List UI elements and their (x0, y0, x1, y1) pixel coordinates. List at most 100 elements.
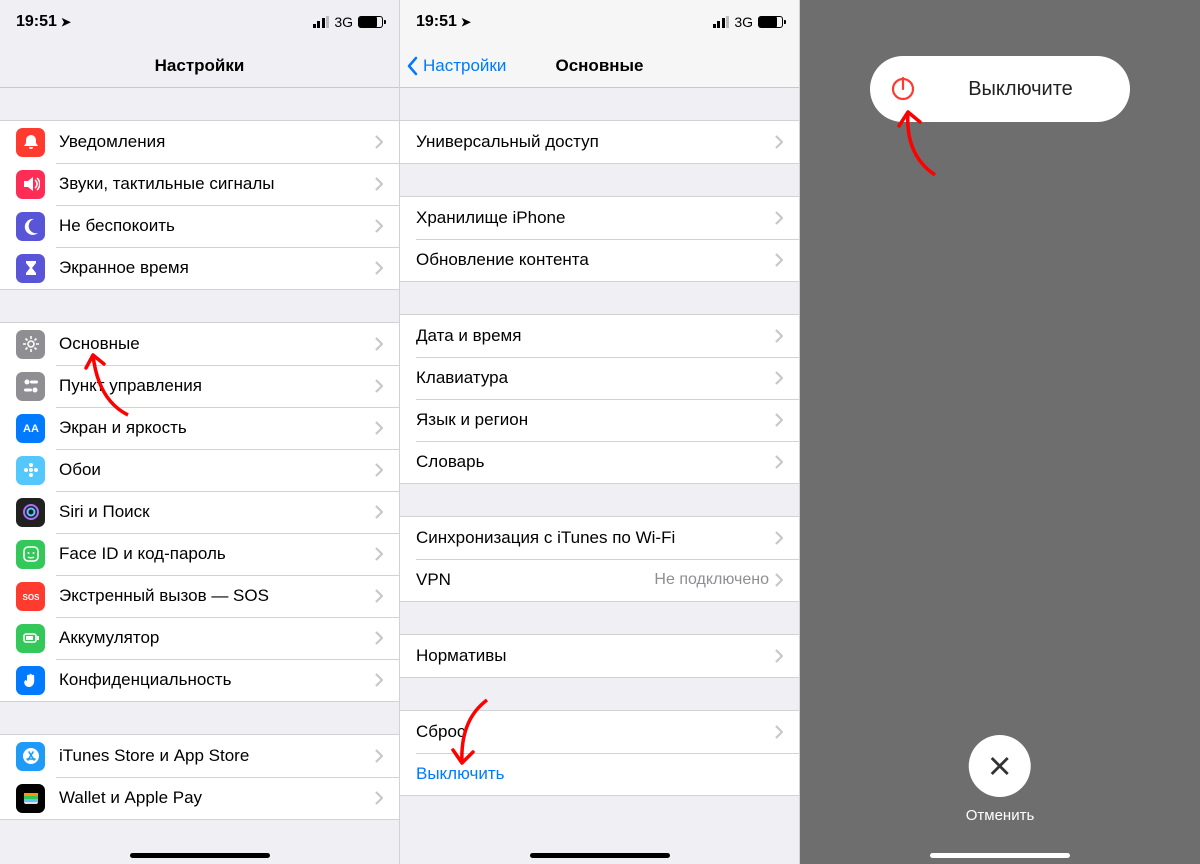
settings-row-switches[interactable]: Пункт управления (0, 365, 399, 407)
status-bar: 19:51 ➤ 3G (0, 0, 399, 44)
screen-settings: 19:51 ➤ 3G Настройки Уведомления Звуки, та… (0, 0, 400, 864)
general-group-regulatory: Нормативы (400, 634, 799, 678)
general-row[interactable]: Словарь (400, 441, 799, 483)
home-indicator (130, 853, 270, 858)
cancel-button[interactable] (969, 735, 1031, 797)
signal-icon (313, 16, 330, 28)
siri-icon (16, 498, 45, 527)
general-row[interactable]: VPNНе подключено (400, 559, 799, 601)
aa-icon (16, 414, 45, 443)
battery-icon (16, 624, 45, 653)
navbar: Настройки Основные (400, 44, 799, 88)
row-label: Обновление контента (416, 250, 775, 270)
general-row[interactable]: Хранилище iPhone (400, 197, 799, 239)
cancel-label: Отменить (966, 807, 1035, 824)
back-label: Настройки (423, 56, 506, 76)
settings-row-siri[interactable]: Siri и Поиск (0, 491, 399, 533)
hand-icon (16, 666, 45, 695)
settings-row-hourglass[interactable]: Экранное время (0, 247, 399, 289)
battery-icon (358, 16, 383, 28)
general-row[interactable]: Синхронизация с iTunes по Wi-Fi (400, 517, 799, 559)
general-group-storage: Хранилище iPhone Обновление контента (400, 196, 799, 282)
settings-row-moon[interactable]: Не беспокоить (0, 205, 399, 247)
status-bar: 19:51 ➤ 3G (400, 0, 799, 44)
hourglass-icon (16, 254, 45, 283)
screen-power-off: Выключите Отменить (800, 0, 1200, 864)
general-row[interactable]: Обновление контента (400, 239, 799, 281)
row-label: Синхронизация с iTunes по Wi-Fi (416, 528, 775, 548)
settings-row-hand[interactable]: Конфиденциальность (0, 659, 399, 701)
settings-row-appstore[interactable]: iTunes Store и App Store (0, 735, 399, 777)
row-label: Выключить (416, 764, 783, 784)
slide-to-power-off[interactable]: Выключите (870, 56, 1130, 122)
general-group-locale: Дата и время Клавиатура Язык и регион Слова… (400, 314, 799, 484)
page-title: Настройки (155, 56, 245, 76)
navbar: Настройки (0, 44, 399, 88)
settings-row-face[interactable]: Face ID и код-пароль (0, 533, 399, 575)
face-icon (16, 540, 45, 569)
settings-row-flower[interactable]: Обои (0, 449, 399, 491)
row-label: Не беспокоить (59, 216, 375, 236)
settings-group-notifications: Уведомления Звуки, тактильные сигналы Не б… (0, 120, 399, 290)
settings-row-gear[interactable]: Основные (0, 323, 399, 365)
settings-row-sos[interactable]: Экстренный вызов — SOS (0, 575, 399, 617)
cancel-area: Отменить (966, 735, 1035, 824)
settings-group-store: iTunes Store и App Store Wallet и Apple P… (0, 734, 399, 820)
general-group-accessibility: Универсальный доступ (400, 120, 799, 164)
row-label: Клавиатура (416, 368, 775, 388)
row-label: Siri и Поиск (59, 502, 375, 522)
general-row[interactable]: Дата и время (400, 315, 799, 357)
row-label: Экран и яркость (59, 418, 375, 438)
row-label: iTunes Store и App Store (59, 746, 375, 766)
general-row[interactable]: Выключить (400, 753, 799, 795)
status-time: 19:51 (416, 13, 457, 31)
location-icon: ➤ (61, 15, 71, 29)
row-label: Звуки, тактильные сигналы (59, 174, 375, 194)
location-icon: ➤ (461, 15, 471, 29)
general-row[interactable]: Язык и регион (400, 399, 799, 441)
general-row[interactable]: Клавиатура (400, 357, 799, 399)
row-label: Основные (59, 334, 375, 354)
row-label: Уведомления (59, 132, 375, 152)
battery-icon (758, 16, 783, 28)
home-indicator (930, 853, 1070, 858)
settings-row-wallet[interactable]: Wallet и Apple Pay (0, 777, 399, 819)
sound-icon (16, 170, 45, 199)
row-label: Язык и регион (416, 410, 775, 430)
settings-group-general: Основные Пункт управления Экран и яркость О… (0, 322, 399, 702)
row-label: Хранилище iPhone (416, 208, 775, 228)
moon-icon (16, 212, 45, 241)
status-network: 3G (334, 14, 353, 30)
page-title: Основные (555, 56, 643, 76)
row-label: Обои (59, 460, 375, 480)
status-network: 3G (734, 14, 753, 30)
row-label: Нормативы (416, 646, 775, 666)
general-row[interactable]: Нормативы (400, 635, 799, 677)
wallet-icon (16, 784, 45, 813)
general-row[interactable]: Универсальный доступ (400, 121, 799, 163)
flower-icon (16, 456, 45, 485)
sos-icon (16, 582, 45, 611)
settings-row-battery[interactable]: Аккумулятор (0, 617, 399, 659)
row-label: Конфиденциальность (59, 670, 375, 690)
general-group-network: Синхронизация с iTunes по Wi-Fi VPNНе под… (400, 516, 799, 602)
appstore-icon (16, 742, 45, 771)
slide-label: Выключите (931, 78, 1130, 101)
settings-row-aa[interactable]: Экран и яркость (0, 407, 399, 449)
switches-icon (16, 372, 45, 401)
power-icon (875, 61, 931, 117)
row-label: VPN (416, 570, 654, 590)
settings-row-bell[interactable]: Уведомления (0, 121, 399, 163)
bell-icon (16, 128, 45, 157)
general-group-reset: Сброс Выключить (400, 710, 799, 796)
screen-general: 19:51 ➤ 3G Настройки Основные Универсальн… (400, 0, 800, 864)
settings-row-sound[interactable]: Звуки, тактильные сигналы (0, 163, 399, 205)
home-indicator (530, 853, 670, 858)
general-row[interactable]: Сброс (400, 711, 799, 753)
row-detail: Не подключено (654, 571, 769, 589)
status-time: 19:51 (16, 13, 57, 31)
back-button[interactable]: Настройки (406, 44, 506, 88)
row-label: Дата и время (416, 326, 775, 346)
row-label: Словарь (416, 452, 775, 472)
row-label: Экстренный вызов — SOS (59, 586, 375, 606)
